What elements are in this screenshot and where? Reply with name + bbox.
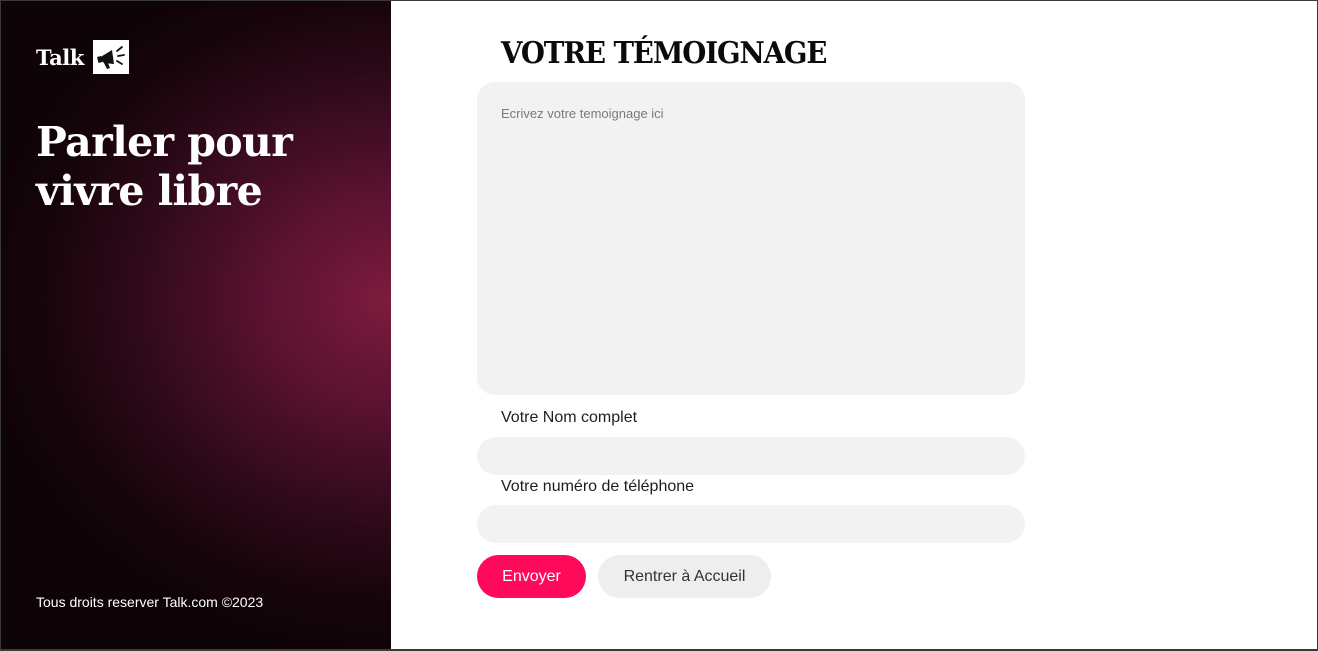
phone-input[interactable] <box>477 505 1025 543</box>
brand-name: Talk <box>36 44 84 70</box>
back-home-button[interactable]: Rentrer à Accueil <box>598 555 771 598</box>
page-title: VOTRE TÉMOIGNAGE <box>501 36 827 71</box>
copyright-text: Tous droits reserver Talk.com ©2023 <box>36 594 264 610</box>
testimony-textarea[interactable] <box>477 82 1025 395</box>
full-name-label: Votre Nom complet <box>501 409 638 426</box>
full-name-input[interactable] <box>477 437 1025 475</box>
submit-button[interactable]: Envoyer <box>477 555 586 598</box>
tagline-heading: Parler pour vivre libre <box>36 118 293 215</box>
brand-logo[interactable]: Talk <box>36 40 129 74</box>
phone-label: Votre numéro de téléphone <box>501 478 695 495</box>
megaphone-icon <box>92 40 129 74</box>
sidebar-panel: Talk Parler pour vivre libre Tous droits… <box>0 0 391 651</box>
